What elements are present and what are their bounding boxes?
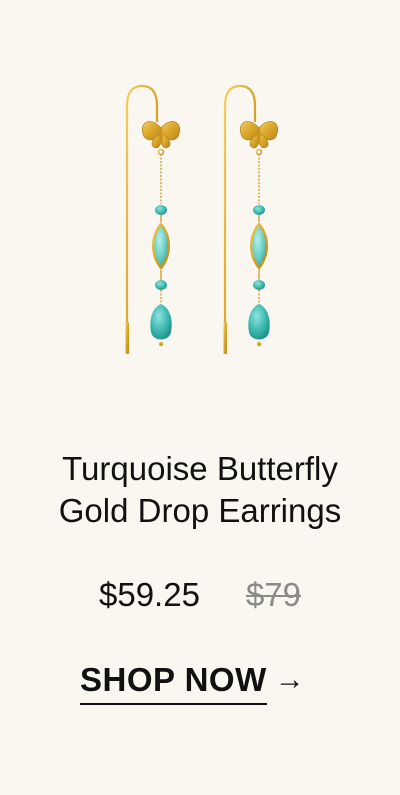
shop-now-label: SHOP NOW (80, 658, 267, 705)
arrow-right-icon: → (274, 663, 305, 696)
shop-now-button[interactable]: SHOP NOW → (80, 658, 305, 706)
original-price: $79 (245, 576, 301, 613)
earrings-image (124, 84, 279, 356)
product-title: Turquoise Butterfly Gold Drop Earrings (0, 448, 400, 532)
product-title-line1: Turquoise Butterfly (62, 450, 338, 487)
product-title-line2: Gold Drop Earrings (58, 492, 342, 529)
price-row: $59.25 $79 (0, 575, 400, 615)
sale-price: $59.25 (99, 576, 200, 613)
